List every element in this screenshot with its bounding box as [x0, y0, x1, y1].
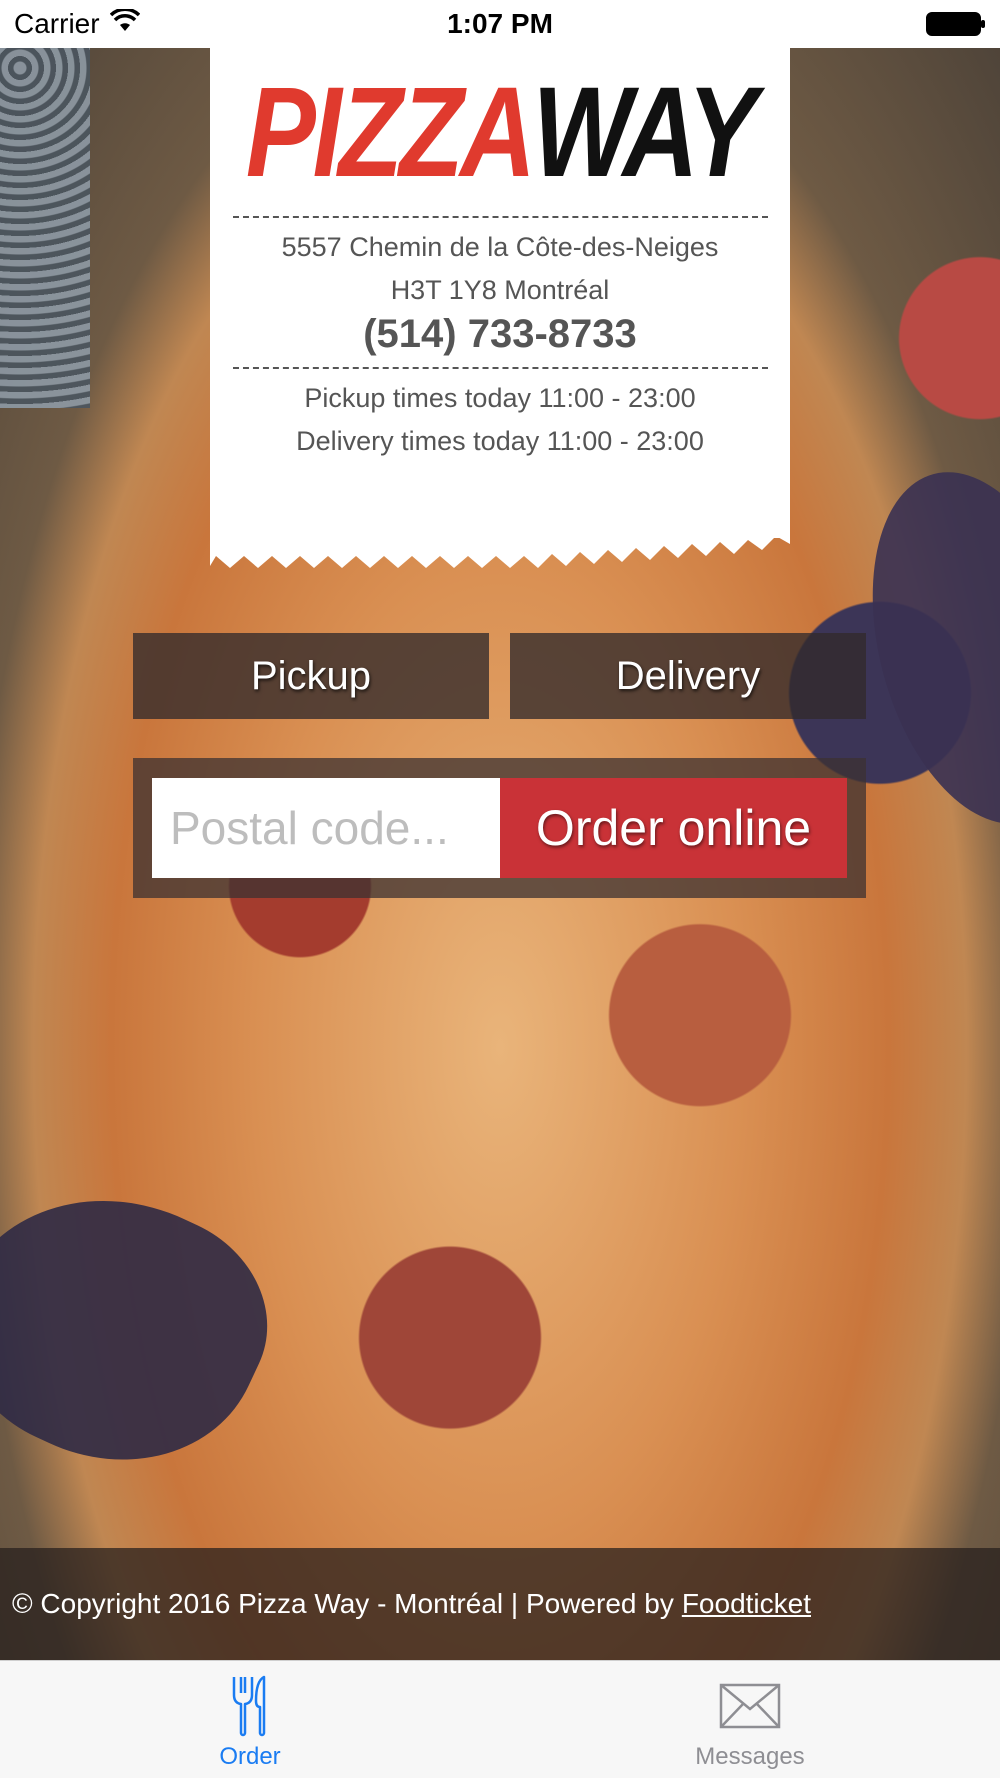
tab-bar: Order Messages	[0, 1660, 1000, 1778]
order-online-button[interactable]: Order online	[500, 778, 847, 878]
postal-code-input[interactable]	[152, 778, 500, 878]
tab-label-order: Order	[219, 1743, 281, 1770]
copyright-text: © Copyright 2016 Pizza Way - Montréal | …	[12, 1588, 674, 1619]
phone-number[interactable]: (514) 733-8733	[210, 312, 790, 357]
tab-label-messages: Messages	[695, 1743, 805, 1770]
battery-icon	[926, 12, 985, 36]
status-bar: Carrier 1:07 PM	[0, 0, 1000, 48]
grater-graphic	[0, 48, 90, 408]
delivery-button[interactable]: Delivery	[510, 633, 866, 719]
ticket-torn-edge	[210, 538, 790, 568]
envelope-icon	[719, 1675, 781, 1737]
restaurant-info-card: PIZZA WAY 5557 Chemin de la Côte-des-Neig…	[210, 48, 790, 568]
pizzaway-logo: PIZZA WAY	[246, 61, 758, 204]
dashed-divider	[232, 367, 768, 369]
delivery-times: Delivery times today 11:00 - 23:00	[296, 426, 704, 456]
address-line1: 5557 Chemin de la Côte-des-Neiges	[281, 232, 719, 262]
tab-order[interactable]: Order	[0, 1661, 500, 1778]
tab-messages[interactable]: Messages	[500, 1661, 1000, 1778]
copyright-footer: © Copyright 2016 Pizza Way - Montréal | …	[0, 1548, 1000, 1660]
order-panel: Order online	[133, 758, 866, 898]
status-time: 1:07 PM	[447, 8, 553, 39]
foodticket-link[interactable]: Foodticket	[682, 1588, 811, 1620]
logo-part-pizza: PIZZA	[245, 60, 536, 204]
logo-part-way: WAY	[532, 60, 758, 204]
fork-knife-icon	[230, 1675, 270, 1737]
basil-leaf-graphic	[0, 1146, 301, 1510]
address-line2: H3T 1Y8 Montréal	[390, 275, 610, 305]
pickup-button[interactable]: Pickup	[133, 633, 489, 719]
pickup-times: Pickup times today 11:00 - 23:00	[304, 383, 696, 413]
dashed-divider	[232, 216, 768, 218]
